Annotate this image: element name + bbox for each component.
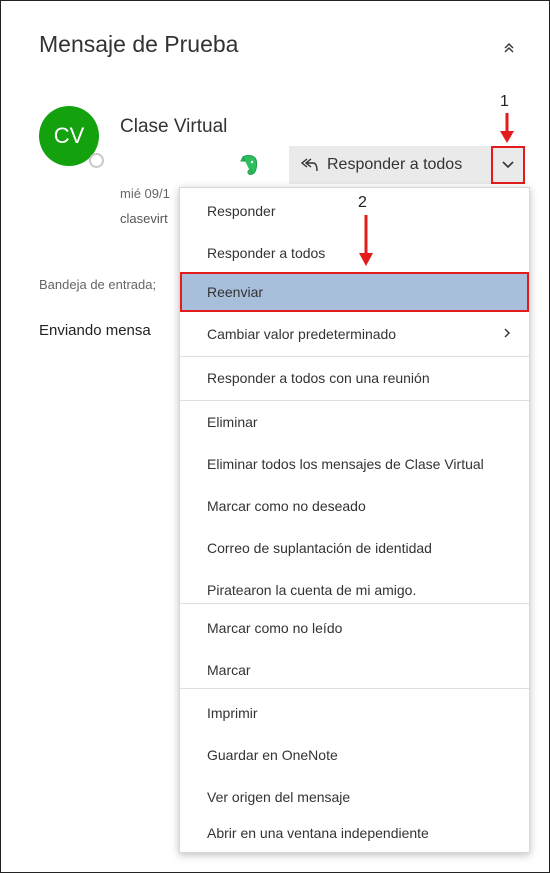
callout-number-1: 1	[500, 93, 509, 110]
evernote-icon[interactable]	[236, 152, 262, 178]
avatar-initials: CV	[53, 123, 85, 148]
message-date: mié 09/1	[120, 186, 170, 201]
menu-item-eliminar-todos[interactable]: Eliminar todos los mensajes de Clase Vir…	[180, 444, 529, 484]
menu-item-no-deseado[interactable]: Marcar como no deseado	[180, 486, 529, 526]
reply-all-label: Responder a todos	[327, 156, 463, 173]
reply-options-menu: Responder Responder a todos Reenviar Cam…	[179, 187, 530, 853]
menu-item-onenote[interactable]: Guardar en OneNote	[180, 735, 529, 775]
menu-item-cuenta-pirateada[interactable]: Piratearon la cuenta de mi amigo.	[180, 570, 529, 610]
sender-email: clasevirt	[120, 211, 168, 226]
menu-item-responder-con-reunion[interactable]: Responder a todos con una reunión	[180, 358, 529, 398]
menu-separator	[180, 688, 529, 689]
callout-arrow-1	[500, 113, 514, 143]
menu-item-ventana-independiente[interactable]: Abrir en una ventana independiente	[180, 813, 529, 853]
menu-item-responder[interactable]: Responder	[180, 191, 529, 231]
presence-status-icon	[89, 153, 104, 168]
callout-number-2: 2	[358, 194, 367, 211]
menu-item-imprimir[interactable]: Imprimir	[180, 693, 529, 733]
menu-separator	[180, 400, 529, 401]
menu-item-marcar[interactable]: Marcar	[180, 650, 529, 690]
menu-item-eliminar[interactable]: Eliminar	[180, 402, 529, 442]
menu-item-responder-a-todos[interactable]: Responder a todos	[180, 233, 529, 273]
reply-all-icon	[299, 155, 319, 175]
menu-item-cambiar-valor-predeterminado[interactable]: Cambiar valor predeterminado	[180, 314, 529, 354]
chevron-right-icon	[503, 327, 511, 342]
message-body: Enviando mensa	[39, 322, 151, 339]
collapse-icon[interactable]	[501, 41, 517, 57]
reading-pane: Mensaje de Prueba CV Clase Virtual mié 0…	[0, 0, 550, 873]
callout-arrow-2	[359, 215, 373, 266]
menu-item-suplantacion[interactable]: Correo de suplantación de identidad	[180, 528, 529, 568]
folder-label: Bandeja de entrada;	[39, 277, 157, 292]
reply-all-button[interactable]: Responder a todos	[289, 146, 491, 184]
message-subject: Mensaje de Prueba	[39, 31, 239, 57]
menu-separator	[180, 356, 529, 357]
sender-name[interactable]: Clase Virtual	[120, 116, 227, 138]
menu-item-ver-origen[interactable]: Ver origen del mensaje	[180, 777, 529, 817]
menu-item-reenviar[interactable]: Reenviar	[180, 272, 529, 312]
chevron-down-icon	[502, 161, 514, 169]
menu-separator	[180, 603, 529, 604]
menu-item-no-leido[interactable]: Marcar como no leído	[180, 608, 529, 648]
reply-options-dropdown-button[interactable]	[491, 146, 525, 184]
